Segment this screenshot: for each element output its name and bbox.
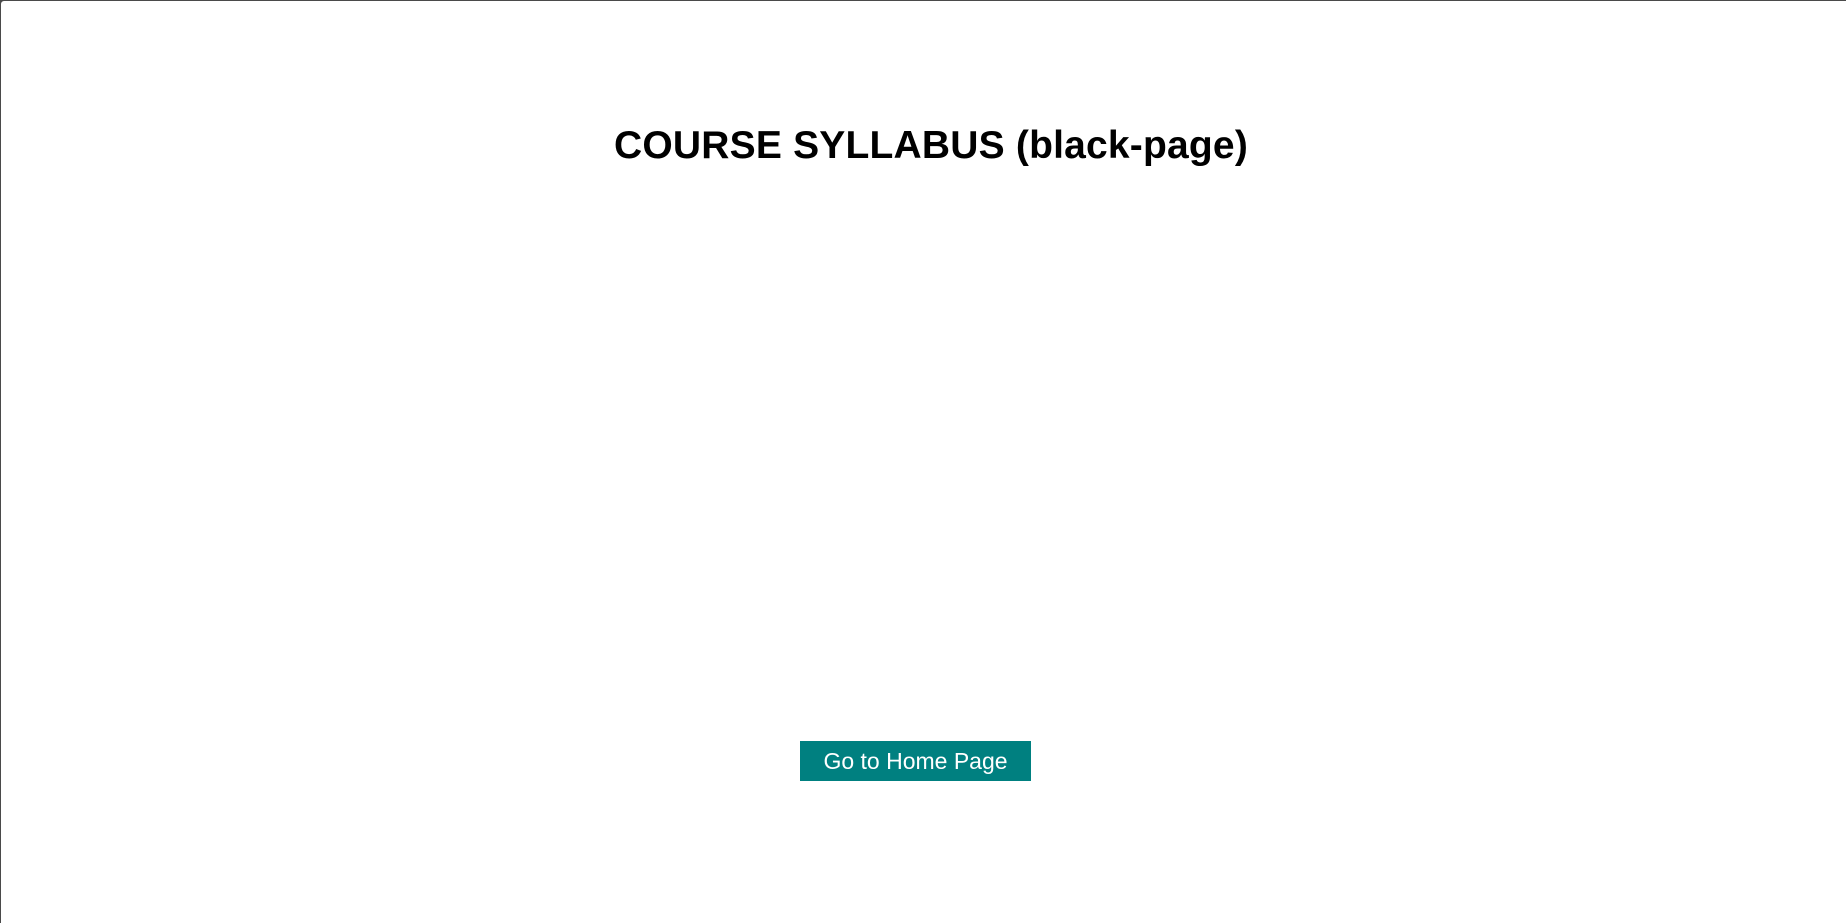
- home-page-button[interactable]: Go to Home Page: [800, 741, 1031, 781]
- page-title: COURSE SYLLABUS (black-page): [613, 124, 1249, 167]
- page-container: COURSE SYLLABUS (black-page) Go to Home …: [1, 1, 1846, 923]
